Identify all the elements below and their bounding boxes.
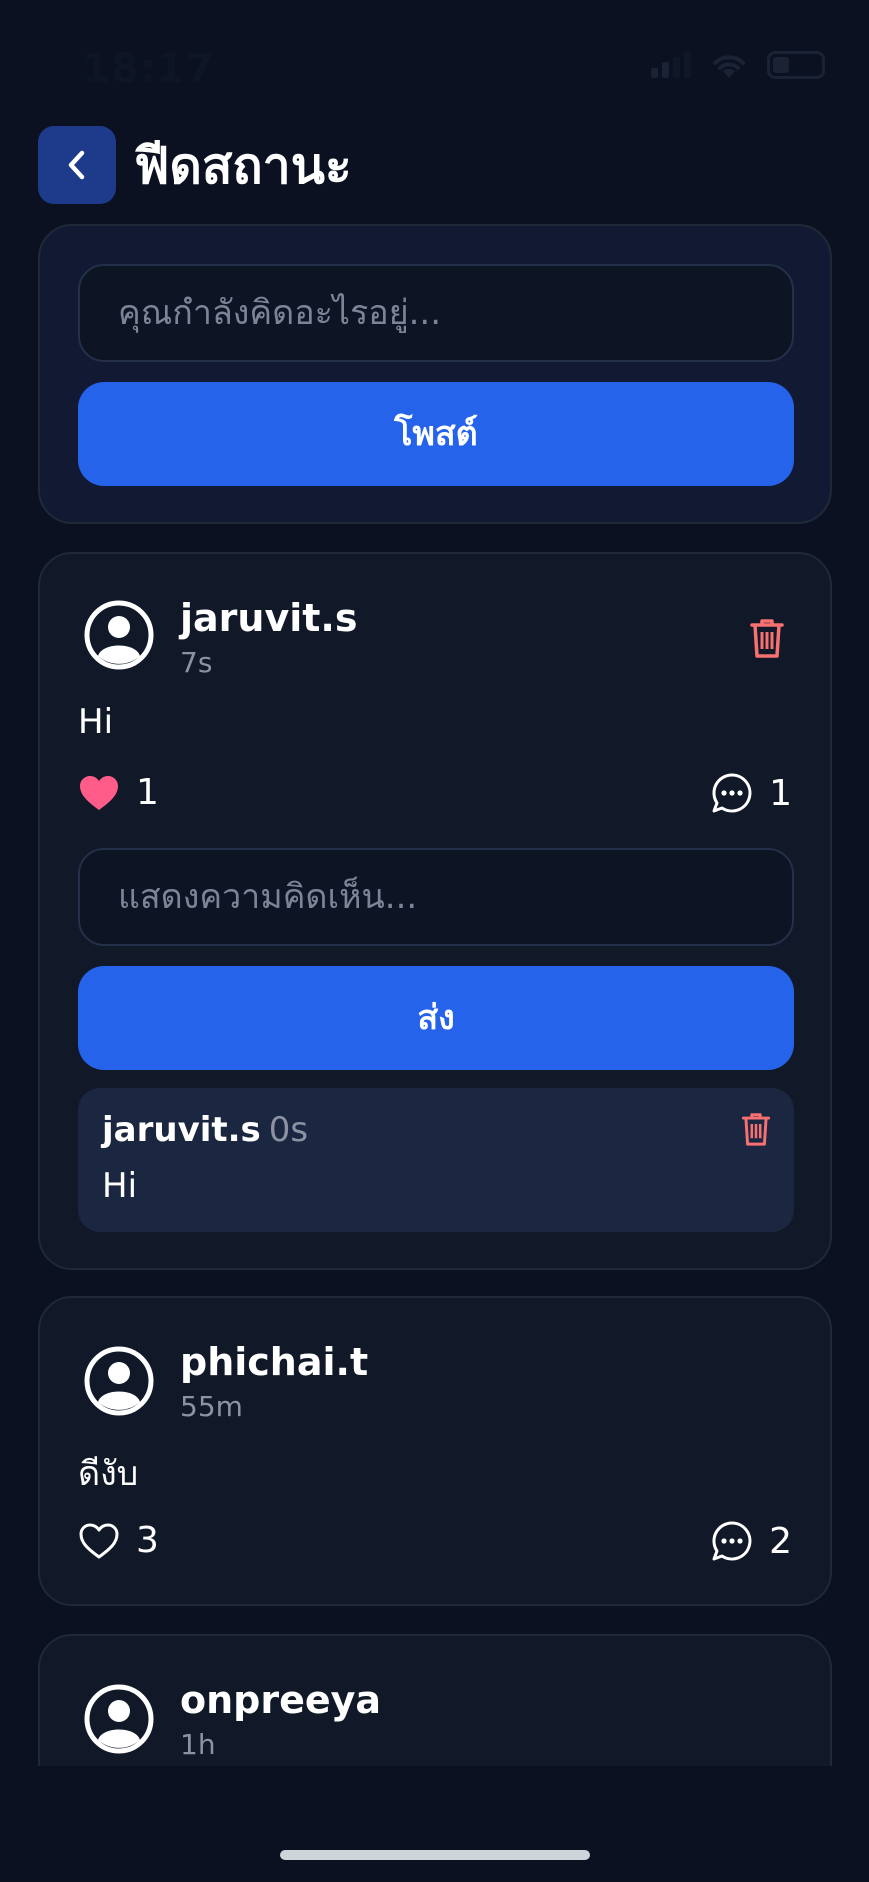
comment-bubble-icon <box>712 773 752 813</box>
heart-filled-icon <box>80 775 118 810</box>
status-bar: 18:17 <box>0 0 869 120</box>
post-username: onpreeya <box>180 1678 382 1722</box>
status-feed-screen: 18:17 ฟีดสถานะ คุณกำลังคิดอะไรอยู่... โพ… <box>0 0 869 1882</box>
bottom-safe-area <box>0 1766 869 1882</box>
heart-outline-icon <box>79 1523 119 1558</box>
like-count: 3 <box>136 1520 159 1561</box>
chevron-left-icon <box>68 150 85 180</box>
comment-text: Hi <box>102 1166 138 1206</box>
home-indicator[interactable] <box>280 1850 590 1860</box>
page-title: ฟีดสถานะ <box>134 137 352 195</box>
wifi-icon <box>713 55 745 78</box>
post-username: jaruvit.s <box>180 596 358 640</box>
post-composer: คุณกำลังคิดอะไรอยู่... โพสต์ <box>38 224 832 524</box>
like-button[interactable]: 1 <box>78 772 159 813</box>
post-text: ดีงับ <box>78 1454 139 1494</box>
comment-input[interactable]: แสดงความคิดเห็น... <box>78 848 794 946</box>
comment-count: 2 <box>769 1520 792 1562</box>
post-username: phichai.t <box>180 1340 369 1384</box>
comment-button[interactable]: 2 <box>711 1520 792 1562</box>
send-comment-button[interactable]: ส่ง <box>78 966 794 1070</box>
comment-time: 0s <box>268 1110 309 1150</box>
post-button[interactable]: โพสต์ <box>78 382 794 486</box>
comment-button[interactable]: 1 <box>711 772 792 814</box>
avatar-icon <box>84 600 154 670</box>
trash-icon[interactable] <box>740 1110 772 1148</box>
back-button[interactable] <box>38 126 116 204</box>
post-time: 55m <box>180 1390 243 1423</box>
comment-count: 1 <box>769 772 792 814</box>
trash-icon[interactable] <box>748 616 786 660</box>
post-time: 7s <box>180 646 213 679</box>
post-text: Hi <box>78 702 114 742</box>
post-card: phichai.t 55m ดีงับ 3 2 <box>38 1296 832 1606</box>
status-time: 18:17 <box>82 46 215 92</box>
status-input[interactable]: คุณกำลังคิดอะไรอยู่... <box>78 264 794 362</box>
avatar-icon <box>84 1684 154 1754</box>
battery-icon <box>767 51 825 79</box>
like-button[interactable]: 3 <box>78 1520 159 1561</box>
status-icons <box>651 50 825 80</box>
like-count: 1 <box>136 772 159 813</box>
post-time: 1h <box>180 1728 216 1761</box>
signal-icon <box>651 52 691 78</box>
comment-bubble-icon <box>712 1521 752 1561</box>
comment-item: jaruvit.s 0s Hi <box>78 1088 794 1232</box>
post-card: jaruvit.s 7s Hi 1 1 แสดงความคิดเห็น... ส… <box>38 552 832 1270</box>
comment-username: jaruvit.s <box>102 1110 261 1150</box>
avatar-icon <box>84 1346 154 1416</box>
